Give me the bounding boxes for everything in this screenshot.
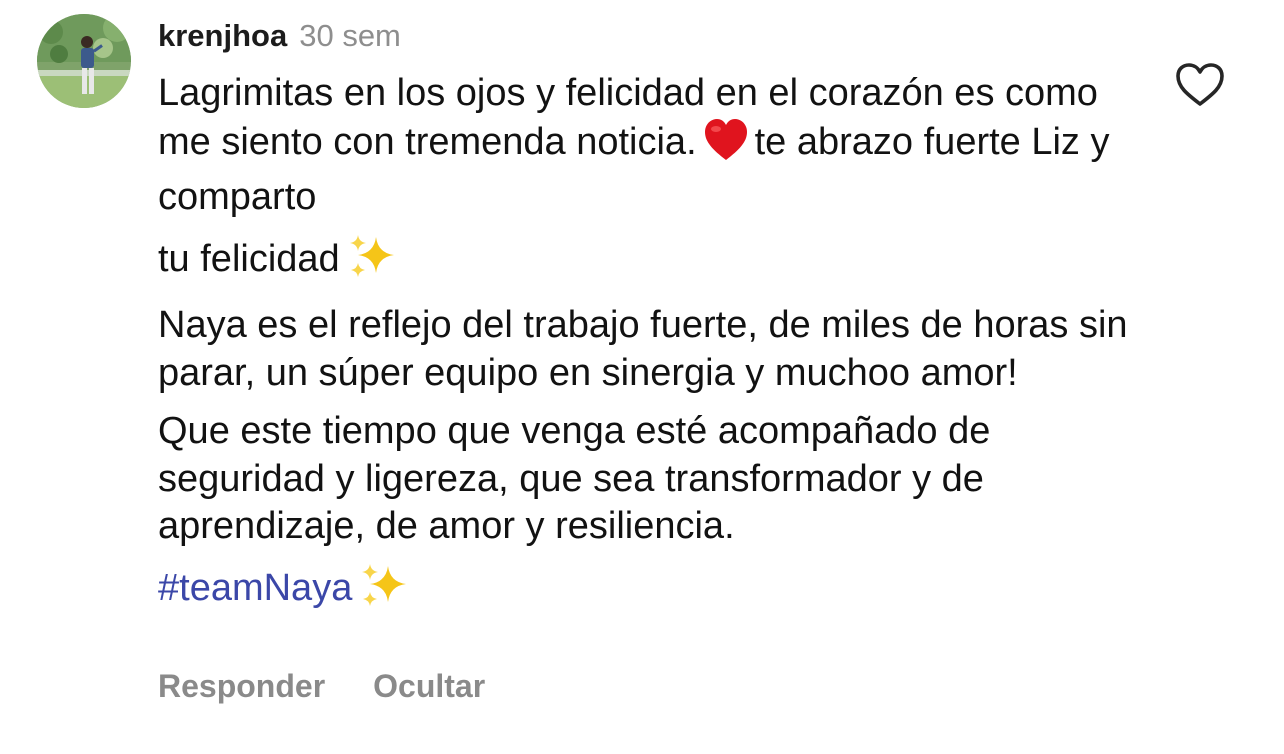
like-button[interactable]	[1174, 60, 1226, 110]
comment-text: Naya es el reflejo del trabajo fuerte, d…	[158, 304, 1128, 394]
hide-button[interactable]: Ocultar	[373, 668, 485, 705]
reply-button[interactable]: Responder	[158, 668, 325, 705]
comment-text: Que este tiempo que venga esté acompañad…	[158, 410, 991, 547]
sparkles-emoji	[346, 233, 398, 292]
comment-text: tu felicidad	[158, 237, 340, 280]
avatar-photo	[37, 14, 131, 108]
comment-paragraph: #teamNaya	[158, 562, 1148, 621]
comment: krenjhoa 30 sem Lagrimitas en los ojos y …	[0, 0, 1284, 754]
username[interactable]: krenjhoa	[158, 18, 287, 53]
comment-paragraph: Naya es el reflejo del trabajo fuerte, d…	[158, 302, 1148, 397]
comment-body: Lagrimitas en los ojos y felicidad en el…	[158, 70, 1148, 631]
comment-paragraph: tu felicidad	[158, 233, 1148, 292]
comment-actions: Responder Ocultar	[158, 668, 533, 705]
timestamp: 30 sem	[299, 18, 401, 53]
comment-header: krenjhoa 30 sem	[158, 14, 401, 58]
avatar[interactable]	[37, 14, 131, 108]
comment-paragraph: Que este tiempo que venga esté acompañad…	[158, 408, 1148, 551]
sparkles-emoji	[358, 562, 410, 621]
heart-outline-icon	[1176, 63, 1224, 106]
red-heart-emoji	[703, 118, 749, 175]
hashtag-link[interactable]: #teamNaya	[158, 567, 352, 609]
comment-paragraph: Lagrimitas en los ojos y felicidad en el…	[158, 70, 1148, 222]
